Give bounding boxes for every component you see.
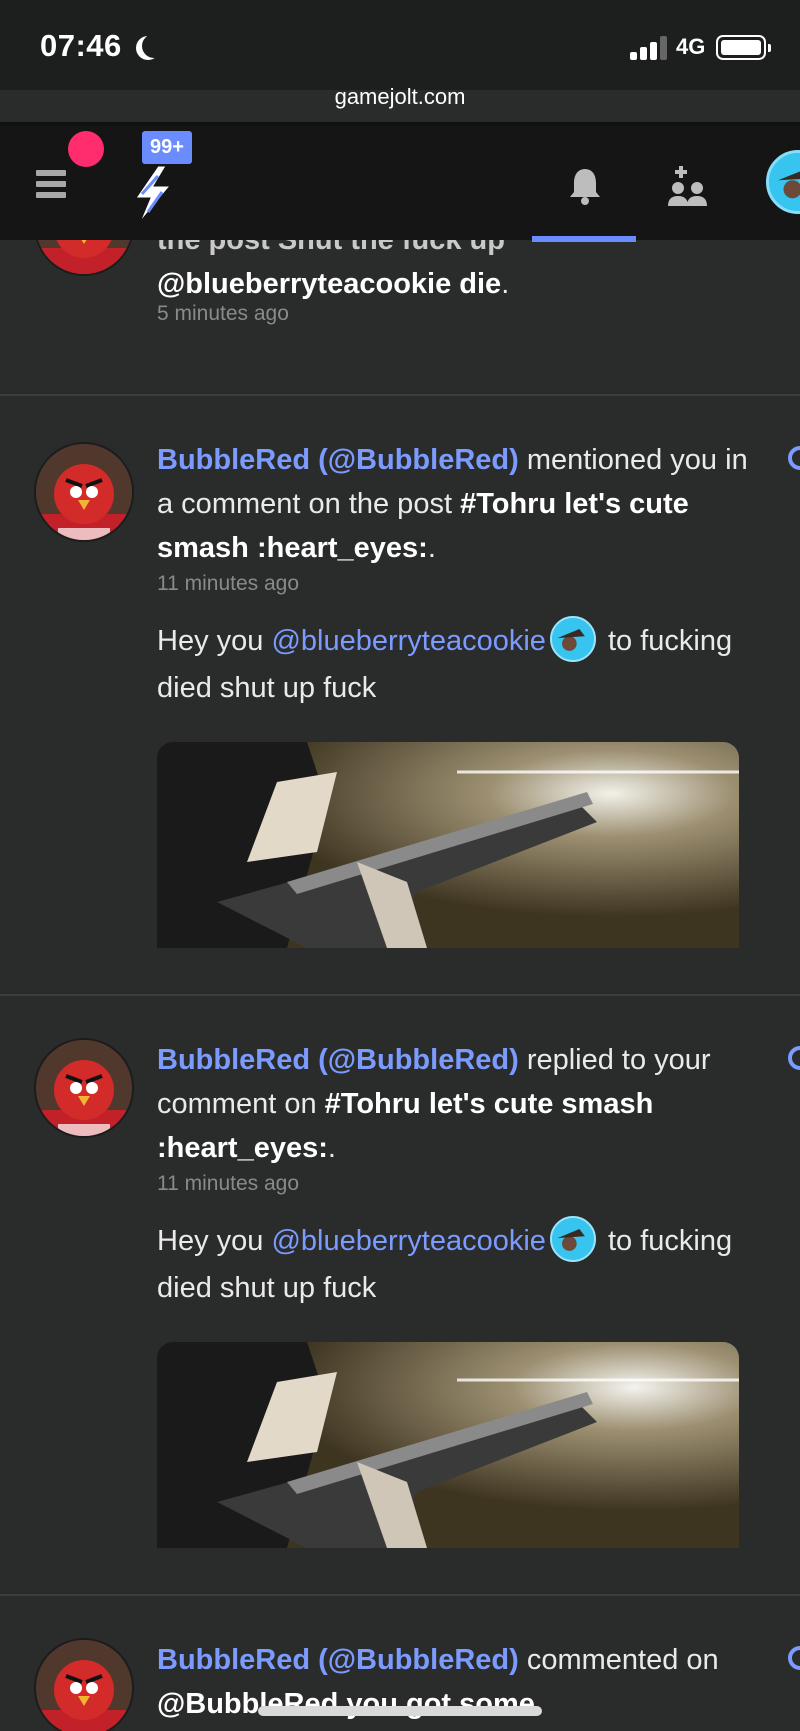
notification-item[interactable]: BubbleRed (@BubbleRed) replied to your c… [0,996,800,1596]
activity-count-badge: 99+ [142,131,192,164]
bubblered-avatar[interactable] [36,444,132,540]
mention-link[interactable]: @blueberryteacookie [271,625,545,657]
status-bar: 07:46 4G gamejolt.com [0,0,800,109]
mention-link[interactable]: @blueberryteacookie [271,1225,545,1257]
bubblered-avatar[interactable] [36,1040,132,1136]
home-indicator[interactable] [258,1706,542,1716]
comment-preview: Hey you @blueberryteacookie to fucking d… [157,1216,777,1311]
reply-icon[interactable] [788,1046,800,1070]
menu-icon[interactable] [36,170,66,203]
period: . [501,268,510,300]
period: . [427,532,436,564]
bubblered-avatar[interactable] [36,1640,132,1731]
user-link[interactable]: BubbleRed (@BubbleRed) [157,444,519,476]
notification-text: BubbleRed (@BubbleRed) mentioned you in … [157,438,757,570]
cellular-signal-icon [630,36,668,60]
status-time: 07:46 [40,28,122,63]
timestamp: 11 minutes ago [157,1172,300,1195]
mention-avatar [549,616,596,663]
notification-item[interactable]: BubbleRed (@BubbleRed) mentioned you in … [0,396,800,996]
action-text: commented on [518,1644,719,1676]
address-bar-url[interactable]: gamejolt.com [0,84,800,110]
top-nav: 99+ BTC [0,122,800,242]
comment-text: Hey you [157,1225,272,1257]
period: . [327,1132,336,1164]
comment-text: Hey you [157,625,272,657]
user-link[interactable]: BubbleRed (@BubbleRed) [157,1044,519,1076]
active-tab-indicator [532,236,636,242]
reply-icon[interactable] [788,446,800,470]
notification-text: BubbleRed (@BubbleRed) replied to your c… [157,1038,757,1170]
activity-bolt-icon[interactable] [128,164,178,224]
battery-icon [716,35,771,60]
comment-image[interactable] [157,742,739,948]
friends-icon[interactable] [666,164,710,208]
network-type: 4G [676,34,706,59]
user-link[interactable]: BubbleRed (@BubbleRed) [157,1644,519,1676]
post-title-link[interactable]: @blueberryteacookie die [157,268,501,300]
notification-dot [68,131,104,167]
user-avatar[interactable]: BTC [766,150,800,214]
moon-icon [142,34,166,58]
comment-preview: Hey you @blueberryteacookie to fucking d… [157,616,777,711]
bell-icon[interactable] [565,166,605,206]
reply-icon[interactable] [788,1646,800,1670]
timestamp: 11 minutes ago [157,572,300,595]
timestamp: 5 minutes ago [157,302,289,325]
comment-image[interactable] [157,1342,739,1548]
mention-avatar [549,1216,596,1263]
